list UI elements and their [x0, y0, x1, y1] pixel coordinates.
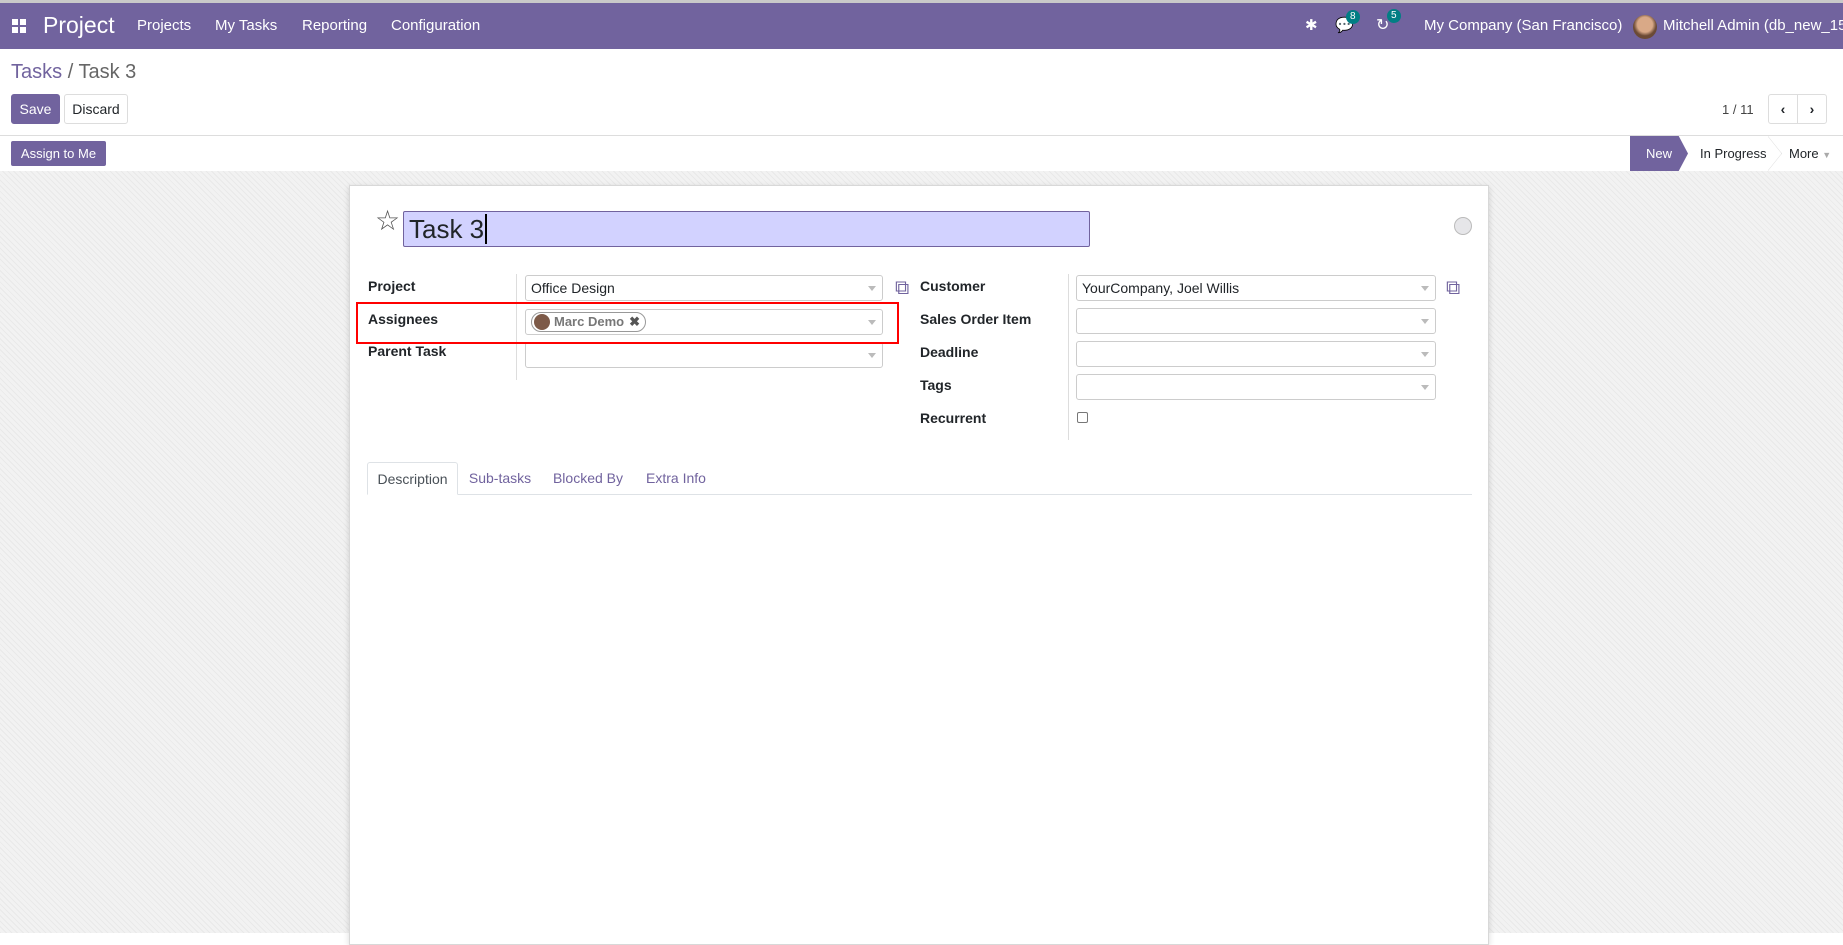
- highlight-box: [356, 302, 899, 344]
- sales-order-item-field[interactable]: [1076, 308, 1436, 334]
- customer-value: YourCompany, Joel Willis: [1082, 280, 1240, 296]
- tab-extra-info[interactable]: Extra Info: [634, 462, 718, 495]
- column-separator-right: [1068, 274, 1069, 440]
- task-title-input[interactable]: Task 3: [403, 211, 1090, 247]
- parent-task-field[interactable]: [525, 342, 883, 368]
- tab-sub-tasks[interactable]: Sub-tasks: [458, 462, 542, 495]
- menu-reporting[interactable]: Reporting: [302, 17, 367, 34]
- form-sheet: ☆ Task 3 Project Assignees Parent Task O…: [349, 185, 1489, 945]
- pager-value[interactable]: 1 / 11: [1722, 102, 1754, 117]
- menu-configuration[interactable]: Configuration: [391, 17, 480, 34]
- menu-my-tasks[interactable]: My Tasks: [215, 17, 277, 34]
- kanban-state-icon[interactable]: [1454, 217, 1472, 235]
- user-menu[interactable]: Mitchell Admin (db_new_15): [1663, 17, 1843, 34]
- tags-field[interactable]: [1076, 374, 1436, 400]
- company-switcher[interactable]: My Company (San Francisco): [1424, 17, 1622, 34]
- breadcrumb-current: Task 3: [78, 61, 137, 83]
- breadcrumb: Tasks / Task 3: [11, 61, 136, 84]
- external-link-icon[interactable]: ⧉: [895, 278, 909, 298]
- tab-description[interactable]: Description: [367, 462, 458, 495]
- project-field[interactable]: Office Design: [525, 275, 883, 301]
- assign-to-me-button[interactable]: Assign to Me: [11, 141, 106, 166]
- stage-in-progress[interactable]: In Progress: [1700, 136, 1766, 171]
- project-value: Office Design: [531, 280, 615, 296]
- menu-projects[interactable]: Projects: [137, 17, 191, 34]
- stage-divider: [1768, 136, 1782, 171]
- project-label: Project: [368, 278, 416, 294]
- top-navbar: Project Projects My Tasks Reporting Conf…: [0, 3, 1843, 49]
- debug-bug-icon[interactable]: ✱: [1305, 16, 1318, 34]
- customer-label: Customer: [920, 278, 986, 294]
- task-title-value: Task 3: [409, 214, 485, 244]
- sales-order-item-label: Sales Order Item: [920, 311, 1032, 327]
- tab-blocked-by[interactable]: Blocked By: [542, 462, 634, 495]
- discard-button[interactable]: Discard: [64, 94, 128, 124]
- recurrent-label: Recurrent: [920, 410, 987, 426]
- messages-badge: 8: [1346, 10, 1360, 24]
- deadline-label: Deadline: [920, 344, 979, 360]
- caret-down-icon: ▼: [1822, 150, 1832, 160]
- customer-field[interactable]: YourCompany, Joel Willis: [1076, 275, 1436, 301]
- external-link-icon[interactable]: ⧉: [1446, 278, 1460, 298]
- activities-icon[interactable]: ↻ 5: [1376, 9, 1401, 35]
- breadcrumb-separator: /: [67, 61, 74, 83]
- stage-more-dropdown[interactable]: More ▼: [1789, 136, 1831, 171]
- recurrent-checkbox[interactable]: [1077, 412, 1088, 423]
- parent-task-label: Parent Task: [368, 343, 447, 359]
- pager-next-button[interactable]: ›: [1797, 94, 1827, 124]
- tags-label: Tags: [920, 377, 952, 393]
- stage-more-label: More: [1789, 146, 1819, 161]
- messages-icon[interactable]: 💬 8: [1335, 10, 1360, 34]
- save-button[interactable]: Save: [11, 94, 60, 124]
- app-name[interactable]: Project: [43, 12, 115, 39]
- pager-previous-button[interactable]: ‹: [1768, 94, 1798, 124]
- activities-badge: 5: [1387, 9, 1401, 23]
- divider: [0, 135, 1843, 136]
- user-avatar[interactable]: [1633, 15, 1657, 39]
- favorite-star-icon[interactable]: ☆: [375, 206, 400, 236]
- apps-menu-icon[interactable]: [12, 19, 26, 33]
- breadcrumb-tasks-link[interactable]: Tasks: [11, 61, 62, 83]
- deadline-field[interactable]: [1076, 341, 1436, 367]
- stage-new[interactable]: New: [1630, 136, 1688, 171]
